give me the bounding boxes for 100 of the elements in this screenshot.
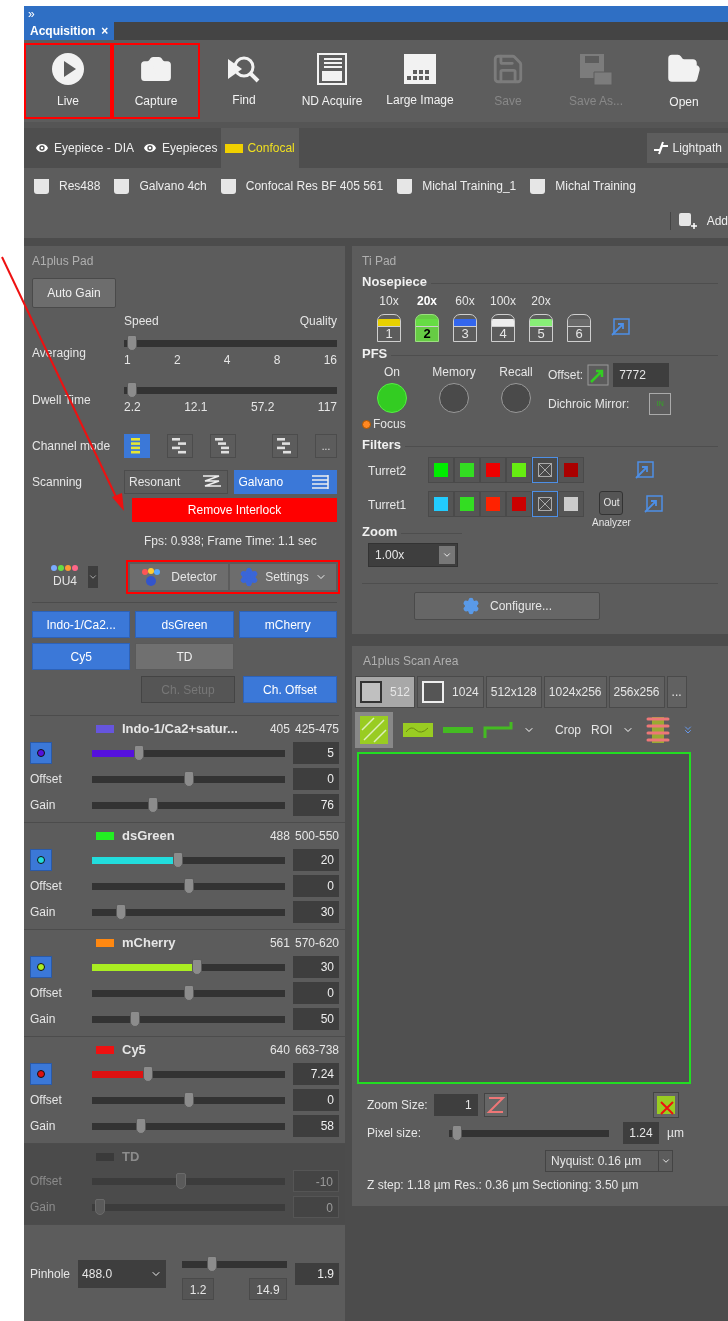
reset-zoom-icon[interactable] [483, 1093, 508, 1117]
slider-thumb[interactable] [207, 1256, 218, 1272]
value-field[interactable]: 7.24 [293, 1063, 339, 1085]
auto-gain-button[interactable]: Auto Gain [32, 278, 116, 308]
value-field[interactable]: 30 [293, 956, 339, 978]
slider-thumb[interactable] [148, 796, 159, 813]
slider-thumb[interactable] [127, 382, 137, 398]
configuration-button[interactable]: Michal Training_1 [397, 177, 517, 195]
filter-slot[interactable] [454, 490, 480, 517]
link-icon[interactable] [634, 460, 654, 479]
slider-thumb[interactable] [172, 851, 183, 868]
filter-slot[interactable] [454, 456, 480, 483]
toolbar-button[interactable]: Large Image [376, 43, 464, 119]
filter-slot[interactable] [558, 490, 584, 517]
slider-thumb[interactable] [133, 744, 144, 761]
slider-thumb[interactable] [183, 984, 194, 1001]
roi-label[interactable]: ROI [591, 721, 613, 739]
objective-button[interactable]: 5 [529, 313, 553, 342]
filter-slot[interactable] [428, 490, 454, 517]
configuration-button[interactable]: Res488 [34, 177, 101, 195]
value-field[interactable]: 76 [293, 794, 339, 816]
channel-mode-button[interactable] [272, 434, 299, 458]
lightpath-tab[interactable]: Eyepieces [138, 128, 222, 168]
configure-button[interactable]: Configure... [414, 592, 600, 620]
scan-size-button[interactable]: 256x256 [608, 676, 665, 708]
settings-button[interactable]: Settings [230, 564, 336, 590]
zoom-size-field[interactable]: 1 [433, 1094, 478, 1116]
channel-offset-button[interactable]: Ch. Offset [243, 676, 337, 703]
toolbar-button[interactable]: Capture [112, 43, 200, 119]
lightpath-tab[interactable]: Eyepiece - DIA [30, 128, 139, 168]
offset-field[interactable]: 7772 [613, 363, 670, 387]
pinhole-reading[interactable]: 1.9 [294, 1262, 339, 1285]
channel-button[interactable]: dsGreen [135, 611, 234, 638]
configuration-button[interactable]: Galvano 4ch [114, 177, 207, 195]
slider-thumb[interactable] [183, 877, 194, 894]
toolbar-button[interactable]: Find [200, 43, 288, 119]
filter-slot[interactable] [532, 490, 558, 517]
value-field[interactable]: 0 [293, 768, 339, 790]
link-icon[interactable] [610, 317, 630, 336]
slider-thumb[interactable] [116, 903, 127, 920]
detector-button[interactable]: Detector [130, 564, 228, 590]
value-field[interactable]: 0 [293, 982, 339, 1004]
value-field[interactable]: 58 [293, 1115, 339, 1137]
slider-thumb[interactable] [192, 958, 203, 975]
configuration-button[interactable]: Confocal Res BF 405 561 [220, 177, 384, 195]
laser-toggle-button[interactable] [30, 849, 52, 871]
toolbar-button[interactable]: Live [24, 43, 112, 119]
clear-roi-icon[interactable] [653, 1092, 679, 1118]
scan-size-button[interactable]: 1024 [417, 676, 484, 708]
out-button[interactable]: Out [599, 490, 624, 515]
value-field[interactable]: 5 [293, 742, 339, 764]
scan-size-button[interactable]: 1024x256 [543, 676, 607, 708]
filter-slot[interactable] [428, 456, 454, 483]
scan-mode-button[interactable]: Galvano [233, 470, 337, 494]
slider-thumb[interactable] [130, 1010, 141, 1027]
scan-size-button[interactable]: ... [666, 676, 687, 708]
remove-interlock-button[interactable]: Remove Interlock [132, 498, 337, 522]
slider-thumb[interactable] [142, 1065, 153, 1082]
laser-toggle-button[interactable] [30, 1063, 52, 1085]
pinhole-select[interactable]: 488.0 [78, 1259, 167, 1288]
link-icon[interactable] [642, 494, 663, 513]
channel-button[interactable]: Cy5 [32, 643, 131, 670]
value-field[interactable]: 0 [293, 1089, 339, 1111]
scan-size-button[interactable]: 512x128 [485, 676, 542, 708]
channel-mode-button[interactable] [166, 434, 193, 458]
pfs-button[interactable] [377, 383, 407, 413]
add-button[interactable]: Add [669, 212, 728, 230]
pfs-button[interactable] [501, 383, 531, 413]
laser-toggle-button[interactable] [30, 956, 52, 978]
scan-mode-button[interactable]: Resonant [124, 470, 228, 494]
lightpath-tab[interactable]: Confocal [221, 128, 299, 168]
more-button[interactable]: ... [315, 434, 337, 458]
acquisition-tab[interactable]: Acquisition × [24, 22, 115, 40]
nyquist-select[interactable]: Nyquist: 0.16 µm [545, 1150, 673, 1172]
channel-mode-button[interactable] [124, 434, 150, 458]
toolbar-button[interactable]: ND Acquire [288, 43, 376, 119]
objective-button[interactable]: 6 [567, 313, 591, 342]
channel-mode-button[interactable] [209, 434, 236, 458]
slider-thumb[interactable] [183, 1091, 194, 1108]
slider-thumb[interactable] [127, 335, 137, 351]
objective-button[interactable]: 3 [453, 313, 477, 342]
pixel-size-field[interactable]: 1.24 [623, 1122, 659, 1144]
configuration-button[interactable]: Michal Training [530, 177, 636, 195]
objective-button[interactable]: 4 [491, 313, 515, 342]
objective-button[interactable]: 1 [377, 313, 401, 342]
value-field[interactable]: 30 [293, 901, 339, 923]
arrow-button-icon[interactable] [587, 364, 610, 386]
channel-button[interactable]: Indo-1/Ca2... [32, 611, 131, 638]
filter-slot[interactable] [532, 456, 558, 483]
close-button[interactable]: × [101, 22, 109, 40]
expand-glyph[interactable]: » [28, 8, 35, 20]
value-field[interactable]: 50 [293, 1008, 339, 1030]
slider-thumb[interactable] [135, 1117, 146, 1134]
tool-button[interactable] [355, 712, 393, 748]
slider-thumb[interactable] [452, 1124, 462, 1141]
slider-thumb[interactable] [183, 770, 194, 787]
filter-slot[interactable] [506, 456, 532, 483]
lightpath-button[interactable]: Lightpath [646, 133, 728, 163]
toolbar-button[interactable]: Open [640, 43, 728, 119]
value-field[interactable]: 0 [293, 875, 339, 897]
